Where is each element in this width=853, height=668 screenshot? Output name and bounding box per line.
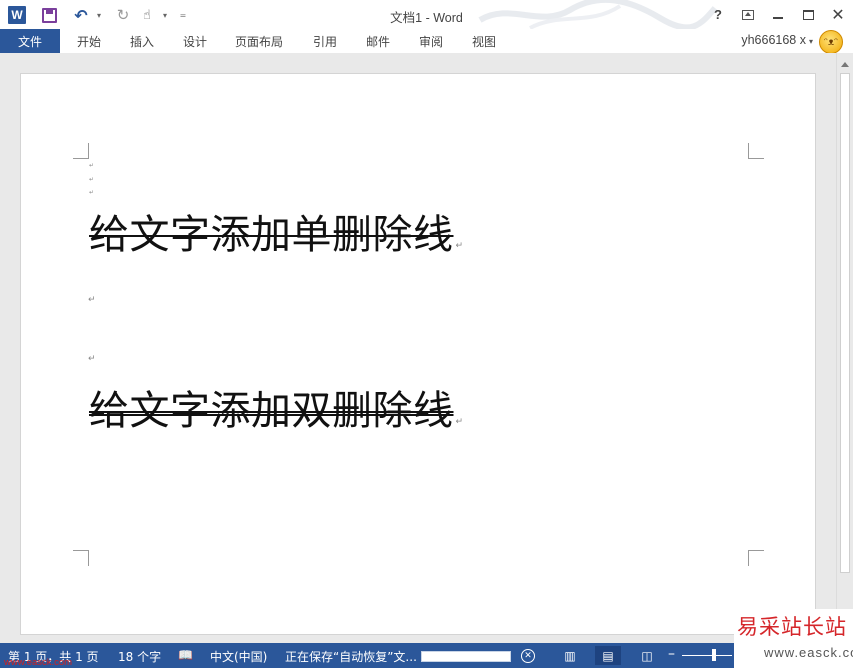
read-mode-icon: ▥ — [564, 648, 576, 663]
tab-file[interactable]: 文件 — [0, 29, 60, 53]
text-double-strikethrough[interactable]: 给文字添加双删除线 ↵ — [89, 378, 464, 436]
web-layout-icon: ◫ — [641, 648, 653, 663]
help-icon: ? — [714, 7, 722, 22]
text-single-strikethrough[interactable]: 给文字添加单删除线 ↵ — [89, 202, 464, 260]
paragraph-mark: ↵ — [89, 176, 95, 183]
zoom-slider[interactable] — [682, 655, 732, 656]
close-icon: ✕ — [831, 6, 845, 24]
user-account[interactable]: yh666168 x ▾ — [741, 33, 813, 47]
crop-mark-bottom-left — [73, 550, 89, 566]
maximize-icon — [802, 9, 814, 20]
print-layout-icon: ▤ — [602, 648, 614, 663]
tab-design[interactable]: 设计 — [172, 29, 218, 53]
paragraph-mark: ↵ — [88, 295, 96, 305]
help-button[interactable]: ? — [703, 0, 733, 29]
cancel-save-icon[interactable]: ✕ — [521, 649, 535, 663]
ribbon-display-options-icon — [742, 9, 754, 20]
paragraph-mark: ↵ — [89, 189, 95, 196]
vertical-scrollbar[interactable] — [836, 53, 853, 643]
tab-home[interactable]: 开始 — [66, 29, 112, 53]
ribbon-display-options-button[interactable] — [733, 0, 763, 29]
single-strikethrough-text: 给文字添加单删除线 — [89, 212, 454, 258]
minimize-icon — [773, 16, 783, 19]
paragraph-mark: ↵ — [455, 241, 464, 251]
crop-mark-top-right — [748, 143, 764, 159]
word-count[interactable]: 18 个字 — [118, 648, 161, 665]
proofing-icon[interactable]: 📖 — [178, 648, 193, 662]
crop-mark-top-left — [73, 143, 89, 159]
watermark-url: www.easck.com — [764, 645, 853, 660]
watermark-title: 易采站长站 — [737, 615, 847, 639]
status-bar: 第 1 页，共 1 页 18 个字 📖 中文(中国) 正在保存“自动恢复”文..… — [0, 643, 853, 668]
autosave-status: 正在保存“自动恢复”文... — [285, 650, 417, 664]
save-progress-bar — [421, 651, 511, 662]
tab-review[interactable]: 审阅 — [408, 29, 454, 53]
zoom-slider-thumb[interactable] — [712, 649, 716, 661]
paragraph-mark: ↵ — [88, 354, 96, 364]
language-indicator[interactable]: 中文(中国) — [210, 648, 267, 665]
title-bar: W ↶ ▾ ↻ ☝ ▾ = 文档1 - Word ? ✕ — [0, 0, 853, 29]
ribbon-tab-bar: 文件 开始 插入 设计 页面布局 引用 邮件 审阅 视图 yh666168 x ▾… — [0, 29, 853, 54]
crop-mark-bottom-right — [748, 550, 764, 566]
tab-page-layout[interactable]: 页面布局 — [226, 29, 292, 53]
document-page[interactable]: ↵ ↵ ↵ 给文字添加单删除线 ↵ ↵ ↵ 给文字添加双删除线 ↵ — [20, 73, 816, 635]
paragraph-mark: ↵ — [455, 417, 464, 427]
double-strikethrough-text: 给文字添加双删除线 — [89, 388, 454, 434]
read-mode-button[interactable]: ▥ — [557, 646, 583, 665]
tab-insert[interactable]: 插入 — [119, 29, 165, 53]
watermark-stamp: www.easck.com — [4, 657, 73, 668]
site-watermark: 易采站长站 www.easck.com — [734, 609, 853, 668]
paragraph-mark: ↵ — [89, 162, 95, 169]
minimize-button[interactable] — [763, 0, 793, 29]
chevron-down-icon: ▾ — [808, 37, 813, 46]
window-controls: ? ✕ — [703, 0, 853, 29]
tab-view[interactable]: 视图 — [461, 29, 507, 53]
zoom-out-button[interactable]: – — [668, 646, 675, 662]
document-area: ↵ ↵ ↵ 给文字添加单删除线 ↵ ↵ ↵ 给文字添加双删除线 ↵ — [0, 53, 853, 643]
tab-references[interactable]: 引用 — [302, 29, 348, 53]
smiley-icon: ᵔᴥᵔ — [823, 36, 839, 48]
print-layout-button[interactable]: ▤ — [595, 646, 621, 665]
avatar[interactable]: ᵔᴥᵔ — [819, 30, 843, 54]
scroll-up-icon[interactable] — [841, 62, 849, 67]
web-layout-button[interactable]: ◫ — [634, 646, 660, 665]
tab-mailings[interactable]: 邮件 — [355, 29, 401, 53]
user-name: yh666168 x — [741, 33, 806, 47]
scrollbar-thumb[interactable] — [840, 73, 850, 573]
maximize-button[interactable] — [793, 0, 823, 29]
close-button[interactable]: ✕ — [823, 0, 853, 29]
